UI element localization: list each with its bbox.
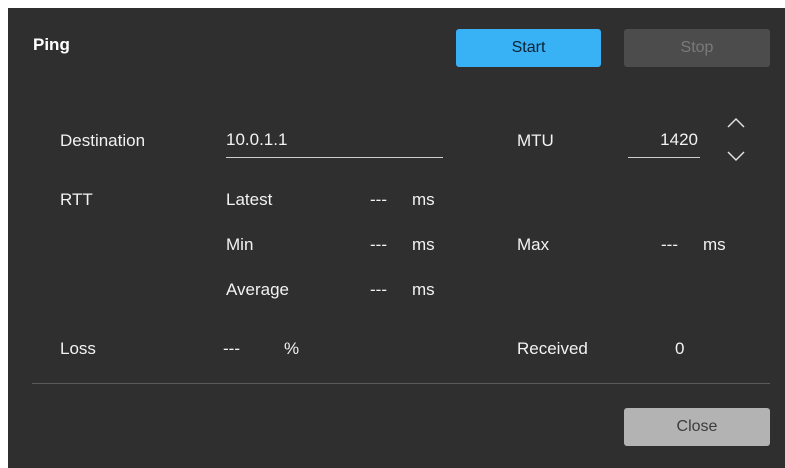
rtt-min-value: --- [370, 235, 387, 254]
divider [32, 383, 770, 384]
mtu-label: MTU [517, 131, 554, 150]
rtt-max-unit: ms [703, 235, 726, 254]
rtt-max-label: Max [517, 235, 550, 254]
loss-value: --- [223, 339, 240, 358]
rtt-average-value: --- [370, 280, 387, 299]
rtt-label: RTT [60, 190, 93, 209]
destination-field[interactable]: 10.0.1.1 [226, 126, 443, 158]
dialog-title: Ping [33, 35, 70, 54]
rtt-latest-label: Latest [226, 190, 273, 209]
rtt-max-value: --- [661, 235, 678, 254]
rtt-latest-unit: ms [412, 190, 435, 209]
close-button[interactable]: Close [624, 408, 770, 446]
received-value: 0 [675, 339, 685, 358]
ping-dialog: Ping Start Stop Destination 10.0.1.1 MTU… [8, 8, 785, 468]
rtt-average-label: Average [226, 280, 290, 299]
stop-button[interactable]: Stop [624, 29, 770, 67]
loss-unit: % [284, 339, 300, 358]
received-label: Received [517, 339, 588, 358]
mtu-field[interactable]: 1420 [628, 126, 700, 158]
rtt-average-unit: ms [412, 280, 435, 299]
start-button[interactable]: Start [456, 29, 601, 67]
rtt-min-unit: ms [412, 235, 435, 254]
chevron-down-icon[interactable] [726, 148, 746, 164]
chevron-up-icon[interactable] [726, 115, 746, 131]
loss-label: Loss [60, 339, 96, 358]
rtt-min-label: Min [226, 235, 254, 254]
rtt-latest-value: --- [370, 190, 387, 209]
destination-label: Destination [60, 131, 146, 150]
